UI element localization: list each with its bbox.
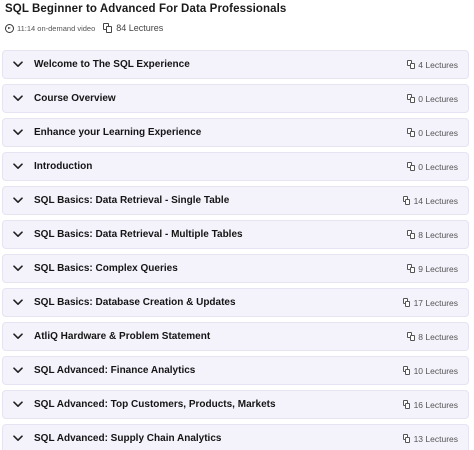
- section-row[interactable]: SQL Basics: Complex Queries 9 Lectures: [2, 254, 469, 283]
- chevron-down-icon[interactable]: [10, 296, 26, 310]
- section-title: SQL Advanced: Finance Analytics: [34, 365, 196, 376]
- chevron-down-icon[interactable]: [10, 194, 26, 208]
- duration-meta: 11:14 on-demand video: [5, 23, 96, 33]
- chevron-down-icon[interactable]: [10, 398, 26, 412]
- section-lecture-count-text: 8 Lectures: [418, 229, 458, 240]
- section-lecture-count-text: 0 Lectures: [418, 127, 458, 138]
- section-title: SQL Advanced: Supply Chain Analytics: [34, 433, 222, 444]
- section-lecture-count-text: 16 Lectures: [413, 399, 458, 410]
- section-lecture-count: 8 Lectures: [407, 221, 458, 248]
- section-lecture-count-text: 0 Lectures: [418, 161, 458, 172]
- section-row[interactable]: SQL Advanced: Supply Chain Analytics 13 L…: [2, 424, 469, 450]
- chevron-down-icon[interactable]: [10, 160, 26, 174]
- section-row[interactable]: AtliQ Hardware & Problem Statement 8 Lect…: [2, 322, 469, 351]
- documents-icon: [407, 162, 415, 171]
- section-title: Enhance your Learning Experience: [34, 127, 202, 138]
- section-title: SQL Basics: Data Retrieval - Single Tabl…: [34, 195, 230, 206]
- section-lecture-count-text: 13 Lectures: [413, 433, 458, 444]
- documents-icon: [402, 434, 411, 443]
- documents-icon: [407, 230, 415, 239]
- course-title: SQL Beginner to Advanced For Data Profes…: [5, 3, 287, 15]
- section-title: SQL Advanced: Top Customers, Products, M…: [34, 399, 276, 410]
- section-row[interactable]: SQL Basics: Database Creation & Updates 1…: [2, 288, 469, 317]
- course-header: SQL Beginner to Advanced For Data Profes…: [5, 2, 465, 34]
- section-lecture-count-text: 10 Lectures: [413, 365, 458, 376]
- section-lecture-count-text: 9 Lectures: [418, 263, 458, 274]
- chevron-down-icon[interactable]: [10, 364, 26, 378]
- play-clock-icon: [5, 23, 14, 33]
- chevron-down-icon[interactable]: [10, 228, 26, 242]
- course-sections-list: Welcome to The SQL Experience 4 Lectures C…: [2, 50, 469, 450]
- section-title: Course Overview: [34, 93, 116, 104]
- section-lecture-count-text: 8 Lectures: [418, 331, 458, 342]
- section-row[interactable]: SQL Basics: Data Retrieval - Multiple Ta…: [2, 220, 469, 249]
- section-title: Welcome to The SQL Experience: [34, 59, 190, 70]
- section-lecture-count: 17 Lectures: [402, 289, 458, 316]
- section-lecture-count: 4 Lectures: [407, 51, 458, 78]
- documents-icon: [402, 366, 411, 375]
- chevron-down-icon[interactable]: [10, 92, 26, 106]
- chevron-down-icon[interactable]: [10, 58, 26, 72]
- documents-icon: [407, 60, 415, 69]
- chevron-down-icon[interactable]: [10, 262, 26, 276]
- section-lecture-count: 0 Lectures: [407, 119, 458, 146]
- chevron-down-icon[interactable]: [10, 432, 26, 446]
- chevron-down-icon[interactable]: [10, 126, 26, 140]
- section-lecture-count: 10 Lectures: [402, 357, 458, 384]
- course-meta: 11:14 on-demand video 84 Lectures: [5, 22, 465, 34]
- section-lecture-count: 0 Lectures: [407, 85, 458, 112]
- documents-icon: [407, 94, 415, 103]
- documents-icon: [402, 196, 411, 205]
- lectures-meta: 84 Lectures: [103, 23, 163, 33]
- chevron-down-icon[interactable]: [10, 330, 26, 344]
- section-lecture-count: 13 Lectures: [402, 425, 458, 450]
- section-row[interactable]: SQL Basics: Data Retrieval - Single Tabl…: [2, 186, 469, 215]
- section-row[interactable]: Introduction 0 Lectures: [2, 152, 469, 181]
- section-lecture-count: 0 Lectures: [407, 153, 458, 180]
- section-title: AtliQ Hardware & Problem Statement: [34, 331, 211, 342]
- documents-icon: [407, 332, 415, 341]
- section-row[interactable]: Enhance your Learning Experience 0 Lectur…: [2, 118, 469, 147]
- section-lecture-count: 14 Lectures: [402, 187, 458, 214]
- documents-icon: [407, 264, 415, 273]
- documents-icon: [407, 128, 415, 137]
- section-row[interactable]: SQL Advanced: Top Customers, Products, M…: [2, 390, 469, 419]
- section-lecture-count: 16 Lectures: [402, 391, 458, 418]
- section-title: SQL Basics: Complex Queries: [34, 263, 178, 274]
- section-lecture-count-text: 14 Lectures: [413, 195, 458, 206]
- duration-text: 11:14 on-demand video: [17, 23, 96, 33]
- documents-icon: [103, 23, 113, 33]
- section-lecture-count-text: 4 Lectures: [418, 59, 458, 70]
- section-title: SQL Basics: Database Creation & Updates: [34, 297, 236, 308]
- documents-icon: [402, 298, 411, 307]
- section-lecture-count-text: 0 Lectures: [418, 93, 458, 104]
- documents-icon: [402, 400, 411, 409]
- section-row[interactable]: Course Overview 0 Lectures: [2, 84, 469, 113]
- section-lecture-count-text: 17 Lectures: [413, 297, 458, 308]
- section-lecture-count: 9 Lectures: [407, 255, 458, 282]
- section-lecture-count: 8 Lectures: [407, 323, 458, 350]
- section-row[interactable]: Welcome to The SQL Experience 4 Lectures: [2, 50, 469, 79]
- section-title: SQL Basics: Data Retrieval - Multiple Ta…: [34, 229, 243, 240]
- lectures-total-text: 84 Lectures: [116, 23, 164, 33]
- section-row[interactable]: SQL Advanced: Finance Analytics 10 Lectur…: [2, 356, 469, 385]
- section-title: Introduction: [34, 161, 93, 172]
